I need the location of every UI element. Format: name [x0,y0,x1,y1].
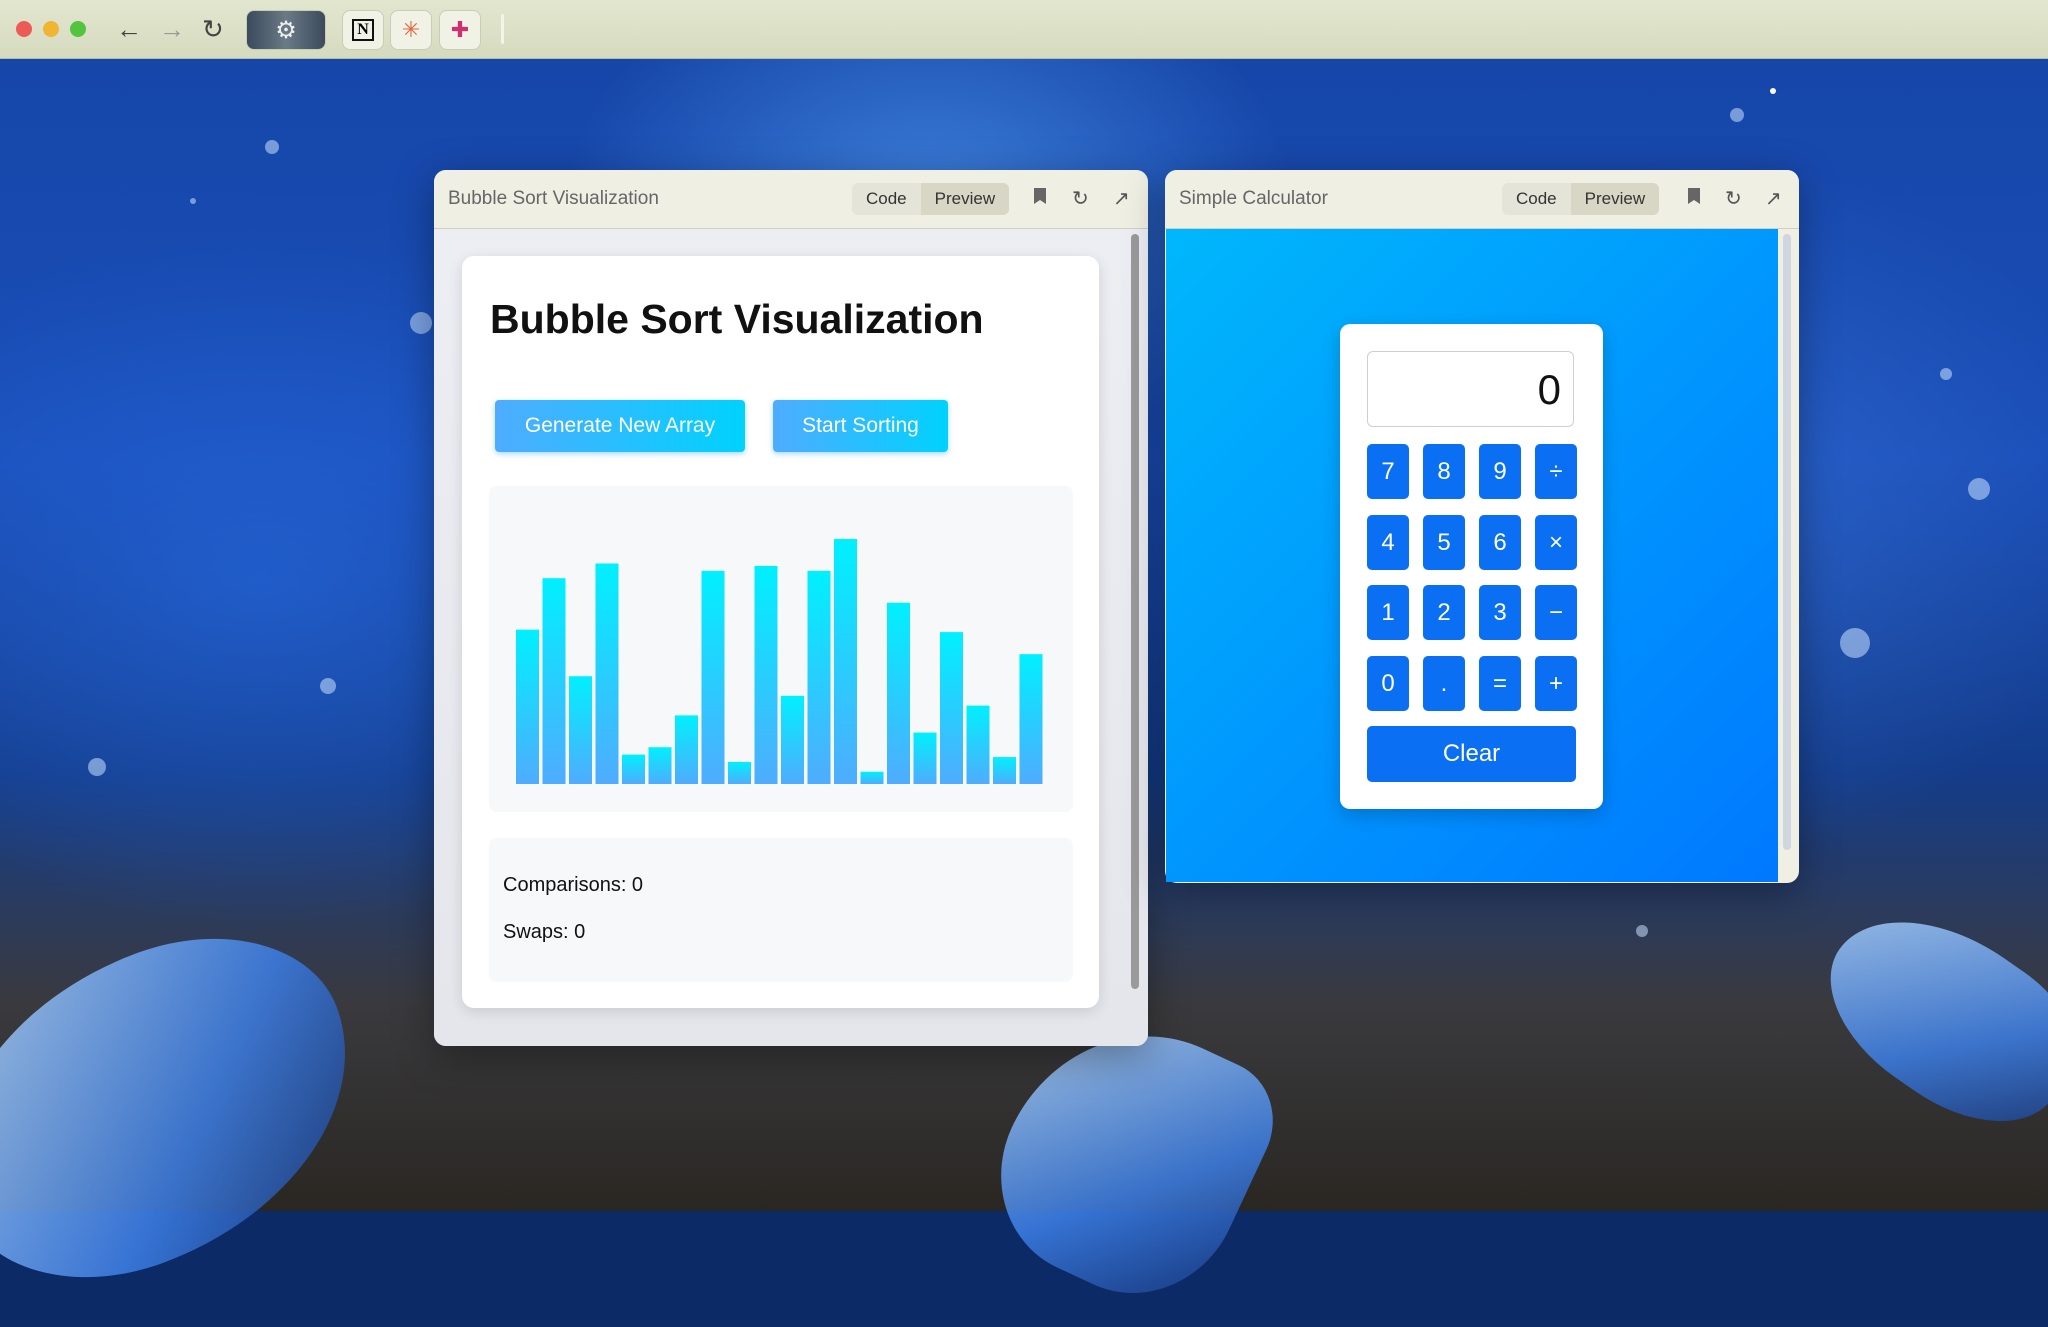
claude-tab[interactable]: ✳ [390,10,432,50]
bar-20 [1019,654,1043,784]
bar-chart-container [489,486,1073,812]
key-9[interactable]: 9 [1479,444,1521,499]
key-multiply[interactable]: × [1535,514,1577,570]
key-6[interactable]: 6 [1479,514,1521,570]
gear-icon: ⚙ [275,16,297,44]
view-toggle: Code Preview [852,183,1010,215]
open-external-icon[interactable]: ↗ [1113,184,1130,214]
forward-arrow-icon[interactable]: → [159,14,185,44]
slack-icon: ✚ [450,17,470,42]
comparisons-count: Comparisons: 0 [503,874,644,896]
butterfly-wing [1797,877,2048,1159]
reload-icon[interactable]: ↻ [202,14,224,44]
bar-11 [781,695,804,784]
key-subtract[interactable]: − [1535,585,1577,640]
scrollbar[interactable] [1131,234,1139,989]
bar-18 [966,705,990,784]
browser-toolbar: ← → ↻ ⚙ N ✳ ✚ [0,0,2048,59]
key-5[interactable]: 5 [1423,514,1465,570]
slack-tab[interactable]: ✚ [439,10,481,50]
key-1[interactable]: 1 [1367,585,1409,640]
tab-preview[interactable]: Preview [1570,183,1660,215]
key-divide[interactable]: ÷ [1535,444,1577,499]
minimize-window-button[interactable] [43,21,59,37]
bokeh-light [1968,478,1990,500]
bar-4 [595,563,619,784]
refresh-icon[interactable]: ↻ [1725,184,1742,214]
bar-chart [516,539,1043,784]
bar-9 [728,761,751,784]
butterfly-wing [0,895,399,1321]
start-sorting-button[interactable]: Start Sorting [773,400,948,452]
swaps-count: Swaps: 0 [503,921,586,943]
bar-8 [701,570,725,784]
visualizer-card: Bubble Sort Visualization Generate New A… [462,256,1099,1008]
bokeh-light [190,198,196,204]
bokeh-light [320,678,336,694]
notion-icon: N [352,19,374,41]
generate-array-button[interactable]: Generate New Array [495,400,745,452]
close-window-button[interactable] [16,21,32,37]
bokeh-light [88,758,106,776]
bar-1 [516,629,539,784]
key-add[interactable]: + [1535,655,1577,711]
bokeh-light [1770,88,1776,94]
app-tab-icon[interactable]: ⚙ [246,10,326,50]
calculator-display: 0 [1367,351,1574,427]
tab-divider [501,14,504,44]
tab-code[interactable]: Code [852,183,921,215]
window-header: Bubble Sort Visualization Code Preview ↻… [434,170,1148,229]
refresh-icon[interactable]: ↻ [1072,184,1089,214]
window-header: Simple Calculator Code Preview ↻ ↗ [1165,170,1799,229]
bokeh-light [1840,628,1870,658]
scrollbar[interactable] [1783,234,1791,850]
bar-15 [887,602,910,784]
bokeh-light [265,140,279,154]
claude-icon: ✳ [401,17,421,42]
bokeh-light [410,312,432,334]
tab-code[interactable]: Code [1502,183,1571,215]
key-decimal[interactable]: . [1423,655,1465,711]
bar-17 [940,632,963,784]
bar-6 [648,747,672,784]
key-7[interactable]: 7 [1367,444,1409,499]
bar-7 [675,715,698,784]
bar-16 [913,732,937,784]
page-title: Bubble Sort Visualization [490,296,984,342]
key-2[interactable]: 2 [1423,585,1465,640]
open-external-icon[interactable]: ↗ [1765,184,1782,214]
calculator: 0 7 8 9 ÷ 4 5 6 × 1 2 3− 0. = + Clear [1340,324,1603,809]
bar-2 [542,578,566,784]
window-title: Bubble Sort Visualization [448,188,659,209]
tab-preview[interactable]: Preview [920,183,1010,215]
bar-19 [993,757,1016,784]
bar-5 [622,754,645,784]
notion-tab[interactable]: N [342,10,384,50]
bar-13 [834,539,857,784]
bokeh-light [1940,368,1952,380]
bar-14 [860,771,884,784]
maximize-window-button[interactable] [70,21,86,37]
bar-3 [569,676,592,784]
key-3[interactable]: 3 [1479,585,1521,640]
bokeh-light [1636,925,1648,937]
bar-12 [807,570,831,784]
back-arrow-icon[interactable]: ← [116,14,142,44]
key-0[interactable]: 0 [1367,655,1409,711]
bokeh-light [1730,108,1744,122]
key-4[interactable]: 4 [1367,514,1409,570]
bookmark-icon[interactable] [1687,184,1701,214]
bookmark-icon[interactable] [1033,184,1047,214]
stats-panel: Comparisons: 0 Swaps: 0 [489,838,1073,982]
view-toggle: Code Preview [1502,183,1660,215]
bar-10 [754,565,778,784]
window-title: Simple Calculator [1179,188,1328,209]
key-8[interactable]: 8 [1423,444,1465,499]
clear-button[interactable]: Clear [1367,726,1576,782]
key-equals[interactable]: = [1479,655,1521,711]
